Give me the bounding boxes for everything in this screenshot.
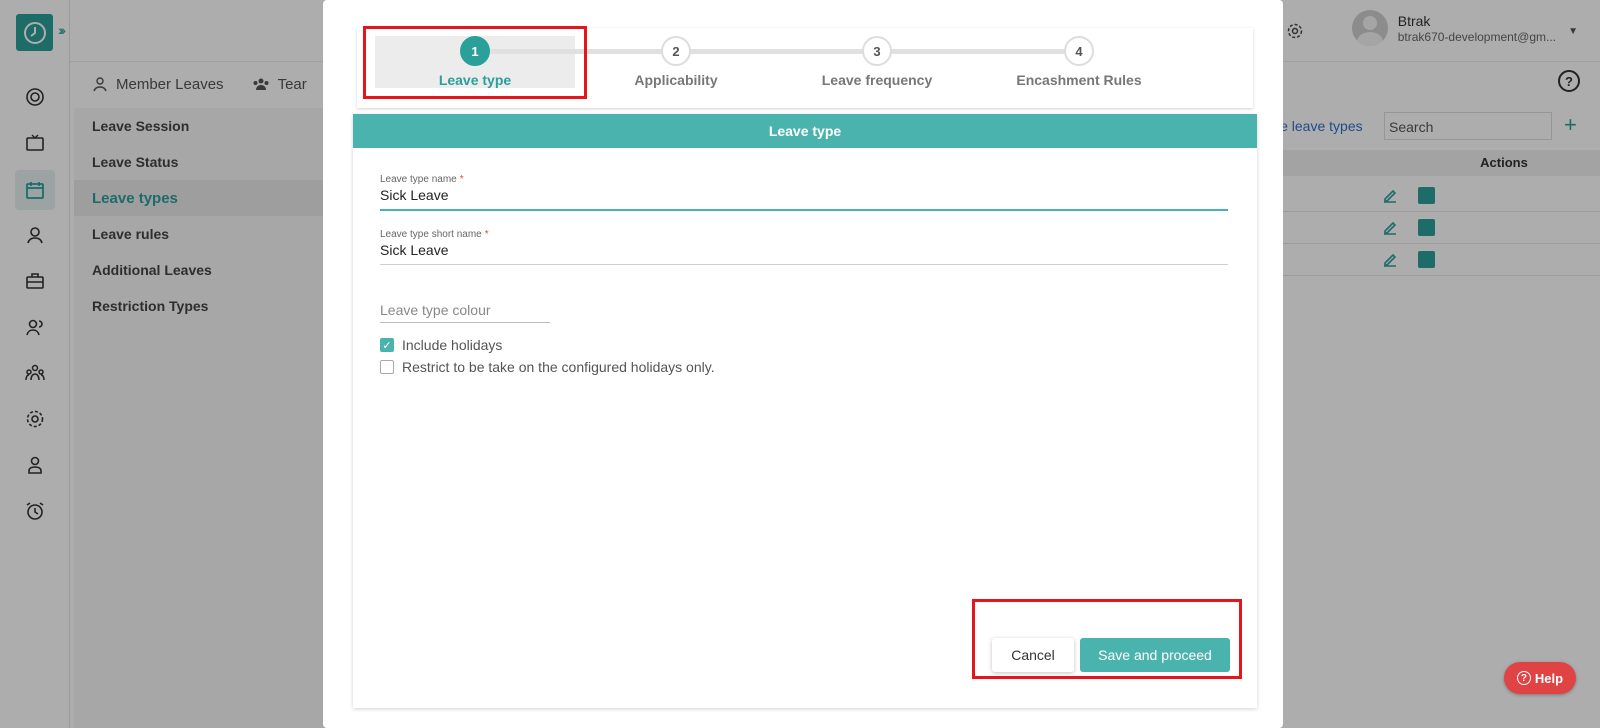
form-title: Leave type (353, 114, 1257, 148)
field-label: Leave type name * (380, 174, 1228, 185)
step-applicability[interactable]: 2 Applicability (576, 36, 776, 88)
label-text: Leave type short name (380, 229, 482, 240)
required-mark: * (459, 174, 464, 185)
restrict-holidays-checkbox[interactable]: Restrict to be take on the configured ho… (380, 359, 715, 375)
field-label: Leave type short name * (380, 229, 1228, 240)
step-leave-frequency[interactable]: 3 Leave frequency (777, 36, 977, 88)
checkbox-label: Include holidays (402, 337, 503, 353)
step-label: Encashment Rules (1016, 72, 1142, 88)
checkbox-label: Restrict to be take on the configured ho… (402, 359, 715, 375)
leave-type-name-field[interactable]: Leave type name * Sick Leave (380, 174, 1228, 211)
checkbox-unchecked-icon[interactable] (380, 360, 394, 374)
step-number: 4 (1064, 36, 1094, 66)
step-number: 3 (862, 36, 892, 66)
leave-type-name-input[interactable]: Sick Leave (380, 185, 1228, 209)
help-label: Help (1534, 670, 1564, 686)
leave-type-short-name-field[interactable]: Leave type short name * Sick Leave (380, 229, 1228, 265)
step-encashment-rules[interactable]: 4 Encashment Rules (979, 36, 1179, 88)
leave-type-colour-input[interactable]: Leave type colour (380, 302, 550, 323)
step-number: 1 (460, 36, 490, 66)
required-mark: * (484, 229, 489, 240)
include-holidays-checkbox[interactable]: ✓ Include holidays (380, 337, 502, 353)
step-label: Applicability (634, 72, 718, 88)
question-icon: ? (1516, 671, 1531, 685)
step-label: Leave frequency (821, 72, 933, 88)
buttons-highlight-box (972, 599, 1242, 679)
step-number: 2 (661, 36, 691, 66)
leave-type-short-name-input[interactable]: Sick Leave (380, 240, 1228, 264)
checkbox-checked-icon[interactable]: ✓ (380, 338, 394, 352)
label-text: Leave type name (380, 174, 457, 185)
help-button[interactable]: ? Help (1504, 662, 1576, 694)
